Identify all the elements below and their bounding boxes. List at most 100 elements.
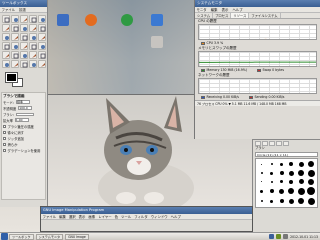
- align-tool-button[interactable]: [11, 33, 19, 41]
- brush-preset[interactable]: [307, 187, 316, 196]
- move-tool-button[interactable]: [2, 33, 10, 41]
- mode-select[interactable]: 標準: [16, 100, 31, 104]
- crop-tool-button[interactable]: [20, 33, 28, 41]
- paintbrush-tool-button[interactable]: [20, 51, 28, 59]
- color-select-tool-button[interactable]: [38, 15, 46, 23]
- dock-tab-palettes[interactable]: [276, 141, 282, 146]
- checkbox[interactable]: [3, 142, 6, 146]
- brush-preset[interactable]: [270, 180, 273, 183]
- dodge-tool-button[interactable]: [38, 60, 46, 68]
- ink-tool-button[interactable]: [2, 60, 10, 68]
- dock-tab-gradients[interactable]: [269, 141, 275, 146]
- measure-tool-button[interactable]: [38, 24, 46, 32]
- memory-color-swatch[interactable]: [201, 68, 205, 72]
- eraser-tool-button[interactable]: [29, 51, 37, 59]
- cpu-color-swatch[interactable]: [201, 41, 205, 45]
- clock[interactable]: 2012-10-01 11:13: [290, 235, 318, 239]
- paths-tool-button[interactable]: [11, 24, 19, 32]
- perspective-tool-button[interactable]: [11, 42, 19, 50]
- desktop-icon-computer[interactable]: [52, 14, 74, 27]
- desktop-icon-firefox[interactable]: [80, 14, 102, 27]
- gimp-menu-item[interactable]: 編集: [58, 215, 68, 219]
- brush-preset[interactable]: [280, 162, 284, 166]
- brush-preset[interactable]: [289, 179, 294, 184]
- brush-preset[interactable]: [280, 180, 284, 184]
- gimp-menu-item[interactable]: ウィンドウ: [149, 215, 169, 219]
- brush-preset[interactable]: [297, 187, 305, 195]
- brush-preset[interactable]: [279, 188, 285, 194]
- brush-preset[interactable]: [270, 171, 274, 175]
- taskbar-button-sysmon[interactable]: システムモニタ: [35, 233, 64, 240]
- brush-preset[interactable]: [289, 162, 294, 167]
- brush-preset[interactable]: [298, 179, 304, 185]
- text-tool-button[interactable]: [29, 42, 37, 50]
- checkbox[interactable]: [3, 136, 6, 140]
- brush-preset[interactable]: [308, 161, 315, 168]
- brush-preset[interactable]: [261, 163, 263, 165]
- menu-edit[interactable]: 編集: [209, 8, 219, 12]
- gimp-menu-item[interactable]: 画像: [87, 215, 97, 219]
- brush-preset[interactable]: [298, 198, 305, 205]
- menu-help[interactable]: ヘルプ: [231, 8, 244, 12]
- taskbar-button-gimp[interactable]: GNU Image: [65, 233, 89, 240]
- zoom-tool-button[interactable]: [29, 24, 37, 32]
- desktop-icon-trash[interactable]: [146, 36, 168, 49]
- network-icon[interactable]: [276, 234, 282, 239]
- taskbar-button-toolbox[interactable]: ツールボック: [9, 233, 34, 240]
- brush-preset[interactable]: [279, 199, 284, 204]
- color-picker-tool-button[interactable]: [20, 24, 28, 32]
- toolbox-titlebar[interactable]: ツールボックス: [0, 0, 47, 7]
- rect-select-tool-button[interactable]: [2, 15, 10, 23]
- menu-view[interactable]: 表示: [220, 8, 230, 12]
- lasso-tool-button[interactable]: [20, 15, 28, 23]
- ellipse-select-tool-button[interactable]: [11, 15, 19, 23]
- gimp-menu-item[interactable]: レイヤー: [97, 215, 113, 219]
- pencil-tool-button[interactable]: [11, 51, 19, 59]
- checkbox[interactable]: [3, 124, 6, 128]
- blend-tool-button[interactable]: [2, 51, 10, 59]
- start-menu-icon[interactable]: [1, 233, 8, 240]
- airbrush-tool-button[interactable]: [38, 51, 46, 59]
- desktop-icon-app[interactable]: [116, 14, 138, 27]
- brush-preset[interactable]: [298, 161, 304, 167]
- dock-tab-fonts[interactable]: [283, 141, 289, 146]
- brush-preset[interactable]: [298, 170, 305, 177]
- rotate-tool-button[interactable]: [29, 33, 37, 41]
- gimp-menu-item[interactable]: 表示: [77, 215, 87, 219]
- tab-filesystems[interactable]: ファイルシステム: [249, 13, 281, 18]
- tab-resources[interactable]: リソース: [231, 13, 250, 18]
- brush-preset[interactable]: [270, 163, 273, 166]
- brush-preset[interactable]: [270, 199, 274, 203]
- brush-preset[interactable]: [261, 181, 263, 183]
- gimp-menu-item[interactable]: フィルタ: [133, 215, 150, 219]
- menu-extensions[interactable]: 拡張: [18, 8, 28, 12]
- fuzzy-select-tool-button[interactable]: [29, 15, 37, 23]
- checkbox-gradient[interactable]: グラデーションを使用: [3, 147, 44, 153]
- swap-color-swatch[interactable]: [257, 68, 262, 72]
- brush-preset[interactable]: [288, 170, 294, 176]
- gimp-menu-item[interactable]: ファイル: [41, 215, 58, 219]
- brush-preset[interactable]: [260, 189, 264, 193]
- tab-system[interactable]: システム: [195, 13, 214, 18]
- clone-tool-button[interactable]: [11, 60, 19, 68]
- gimp-menu-item[interactable]: 色: [113, 215, 119, 219]
- flip-tool-button[interactable]: [20, 42, 28, 50]
- scissors-tool-button[interactable]: [2, 24, 10, 32]
- gimp-menu-item[interactable]: ヘルプ: [169, 215, 182, 219]
- receiving-color-swatch[interactable]: [201, 95, 205, 99]
- brush-preset[interactable]: [260, 172, 263, 175]
- brush-preset[interactable]: [279, 171, 284, 176]
- sysmon-titlebar[interactable]: システムモニタ: [195, 0, 320, 7]
- checkbox[interactable]: [3, 130, 6, 134]
- volume-icon[interactable]: [283, 234, 289, 239]
- smudge-tool-button[interactable]: [29, 60, 37, 68]
- brush-preset[interactable]: [307, 197, 315, 205]
- scale-field[interactable]: 1.00: [14, 118, 29, 122]
- shear-tool-button[interactable]: [2, 42, 10, 50]
- brush-select[interactable]: [15, 112, 34, 116]
- brush-preset[interactable]: [269, 189, 274, 194]
- bucket-fill-tool-button[interactable]: [38, 42, 46, 50]
- keyboard-icon[interactable]: [269, 234, 275, 239]
- scale-tool-button[interactable]: [38, 33, 46, 41]
- brush-preset[interactable]: [288, 188, 295, 195]
